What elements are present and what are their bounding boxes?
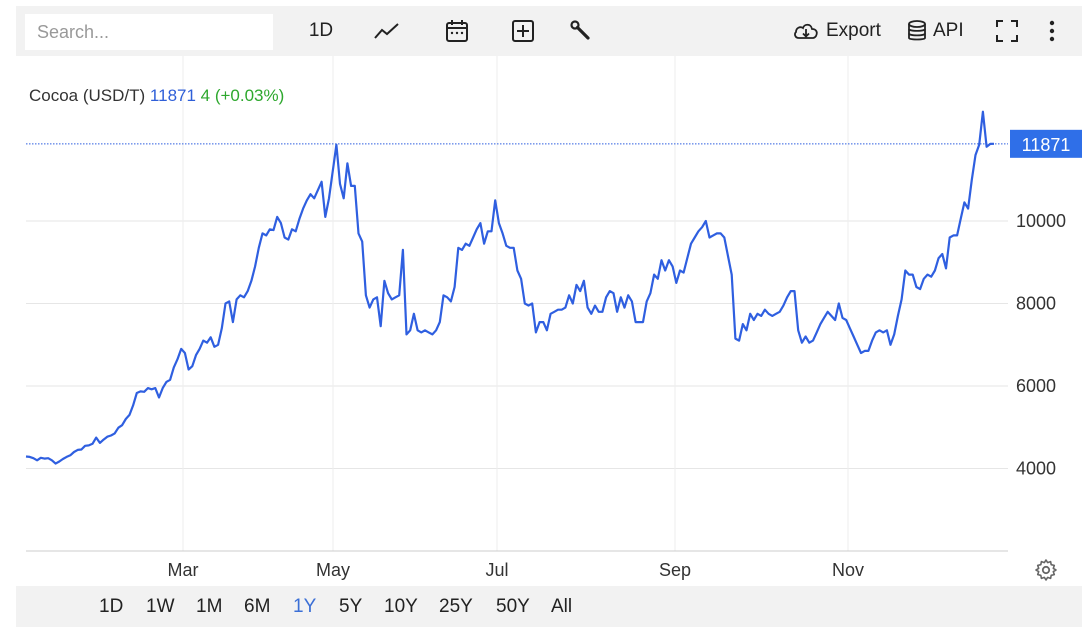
interval-button[interactable]: 1D <box>306 14 336 48</box>
range-button-50y[interactable]: 50Y <box>496 594 530 620</box>
range-button-1w[interactable]: 1W <box>146 594 175 620</box>
price-chart[interactable]: Mar May Jul Sep Nov4000600080001000011871Coc… <box>16 56 1082 586</box>
api-label: API <box>933 20 964 41</box>
date-range-button[interactable] <box>442 14 472 48</box>
wrench-icon <box>570 20 590 40</box>
range-bar: 1D 1W 1M 6M 1Y 5Y 10Y 25Y 50Y All <box>16 586 1082 627</box>
fullscreen-button[interactable] <box>993 14 1021 48</box>
x-tick-label: Nov <box>832 560 864 580</box>
range-button-10y[interactable]: 10Y <box>384 594 418 620</box>
plus-box-icon <box>512 20 534 42</box>
y-tick-label: 4000 <box>1016 459 1056 479</box>
y-tick-label: 8000 <box>1016 294 1056 314</box>
x-tick-label: Sep <box>659 560 691 580</box>
api-button[interactable]: API <box>907 14 964 48</box>
chart-area[interactable]: Mar May Jul Sep Nov 4000 6000 8000 10000 11871 Coc… <box>16 56 1082 586</box>
y-tick-label: 6000 <box>1016 376 1056 396</box>
range-button-25y[interactable]: 25Y <box>439 594 473 620</box>
chart-type-button[interactable] <box>372 14 402 48</box>
calendar-icon <box>446 20 468 42</box>
legend-price: 11871 <box>150 86 201 105</box>
x-tick-label: Jul <box>485 560 508 580</box>
tools-button[interactable] <box>566 14 596 48</box>
more-vertical-icon <box>1049 20 1055 42</box>
range-button-all[interactable]: All <box>551 594 572 620</box>
range-button-1y[interactable]: 1Y <box>293 594 316 620</box>
x-tick-label: May <box>316 560 350 580</box>
export-label: Export <box>826 20 881 41</box>
chart-legend: Cocoa (USD/T) 11871 4 (+0.03%) <box>29 86 284 105</box>
line-chart-icon <box>374 23 399 39</box>
last-price-tag-label: 11871 <box>1022 135 1071 155</box>
range-button-1d[interactable]: 1D <box>99 594 123 620</box>
legend-change: 4 (+0.03%) <box>201 86 285 105</box>
y-tick-label: 10000 <box>1016 211 1066 231</box>
search-input[interactable] <box>25 14 273 50</box>
price-series-line <box>25 110 995 465</box>
fullscreen-icon <box>996 20 1018 42</box>
range-button-1m[interactable]: 1M <box>196 594 222 620</box>
database-icon <box>908 20 926 41</box>
export-button[interactable]: Export <box>792 14 881 48</box>
legend-name: Cocoa (USD/T) <box>29 86 150 105</box>
settings-gear-icon[interactable] <box>1034 558 1058 582</box>
range-button-5y[interactable]: 5Y <box>339 594 362 620</box>
interval-label: 1D <box>308 20 334 41</box>
range-button-6m[interactable]: 6M <box>244 594 270 620</box>
chart-widget: 1D <box>16 6 1082 627</box>
toolbar: 1D <box>16 6 1082 56</box>
x-tick-label: Mar <box>168 560 199 580</box>
cloud-download-icon <box>794 23 818 39</box>
more-options-button[interactable] <box>1042 14 1062 48</box>
add-indicator-button[interactable] <box>508 14 538 48</box>
